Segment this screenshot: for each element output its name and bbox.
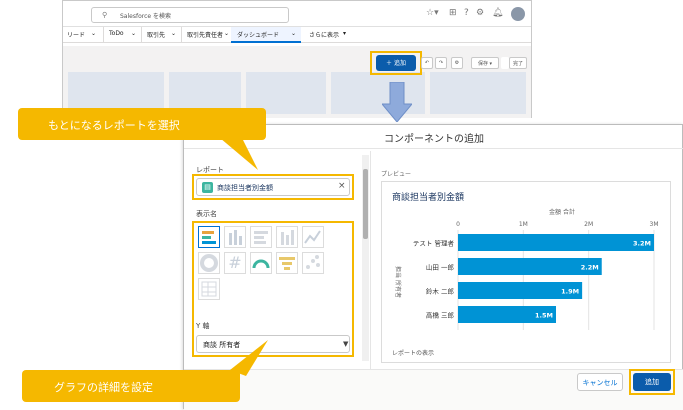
caret-down-icon: ▼ <box>343 340 349 348</box>
category-label: 山田 一郎 <box>426 263 455 272</box>
bar-value-label: 2.2M <box>581 264 599 272</box>
search-icon: ⚲ <box>102 11 108 19</box>
help-icon[interactable]: ? <box>464 8 469 18</box>
callout-select-report: もとになるレポートを選択 <box>18 108 266 140</box>
table-chart-icon[interactable] <box>198 278 220 300</box>
nav-item-more[interactable]: さらに表示 <box>309 30 339 39</box>
y-axis-select[interactable]: 商談 所有者 ▼ <box>196 335 350 353</box>
favorites-icon[interactable]: ☆▾ <box>426 8 439 18</box>
category-label: 鈴木 二郎 <box>426 287 455 296</box>
chevron-down-icon[interactable]: ⌄ <box>224 30 229 37</box>
dashboard-tile-placeholder <box>430 72 526 114</box>
category-label: テスト 管理者 <box>413 239 455 248</box>
preview-label: プレビュー <box>381 171 412 178</box>
category-label: 高橋 三郎 <box>426 311 455 320</box>
chevron-down-icon[interactable]: ⌄ <box>131 30 136 37</box>
preview-card: 商談担当者別金額 金額 合計 0 1M 2M 3M 担当 所有者 テスト 管理者 3.2M 山田… <box>381 181 671 363</box>
chart-title: 商談担当者別金額 <box>392 193 465 203</box>
avatar[interactable] <box>511 7 525 21</box>
dashboard-window: ⚲ Salesforce を検索 ☆▾ ⊞ ? ⚙ 🔔︎ リード ⌄ ToDo … <box>62 0 532 118</box>
vertical-bar-chart-icon[interactable] <box>224 226 246 248</box>
stacked-column-chart-icon[interactable] <box>276 226 298 248</box>
gear-icon[interactable]: ⚙ <box>476 8 484 18</box>
nav-item-leads[interactable]: リード <box>67 30 85 39</box>
scatter-chart-icon[interactable] <box>302 252 324 274</box>
callout-set-details: グラフの詳細を設定 <box>22 370 240 402</box>
arrow-down-icon <box>382 82 412 122</box>
search-placeholder: Salesforce を検索 <box>120 13 171 20</box>
preview-pane: プレビュー 商談担当者別金額 金額 合計 0 1M 2M 3M 担当 所有者 テスト 管理者… <box>370 151 683 369</box>
nav-bar: リード ⌄ ToDo ⌄ 取引先 ⌄ 取引先責任者 ⌄ ダッシュボード ⌄ さら… <box>63 27 531 43</box>
done-button[interactable]: 完了 <box>509 57 527 69</box>
undo-icon[interactable]: ↶ <box>421 57 433 69</box>
y-axis-label: Y 軸 <box>196 322 210 330</box>
bar <box>458 234 654 251</box>
callout-text: グラフの詳細を設定 <box>54 381 153 394</box>
metric-chart-icon[interactable]: # <box>224 252 246 274</box>
bar-value-label: 3.2M <box>633 240 651 248</box>
report-lookup-input[interactable]: ▤ 商談担当者別金額 × <box>196 178 350 196</box>
add-icon[interactable]: ⊞ <box>449 8 457 18</box>
chevron-down-icon[interactable]: ⌄ <box>171 30 176 37</box>
bar-value-label: 1.5M <box>535 312 553 320</box>
settings-icon[interactable]: ⚙ <box>451 57 463 69</box>
nav-item-dashboards[interactable]: ダッシュボード <box>237 30 279 39</box>
stacked-bar-chart-icon[interactable] <box>250 226 272 248</box>
donut-chart-icon[interactable] <box>198 252 220 274</box>
x-tick-label: 0 <box>456 221 460 228</box>
funnel-chart-icon[interactable] <box>276 252 298 274</box>
x-tick-label: 3M <box>650 221 659 228</box>
global-header: ⚲ Salesforce を検索 ☆▾ ⊞ ? ⚙ 🔔︎ <box>63 1 531 27</box>
bar-chart: 金額 合計 0 1M 2M 3M 担当 所有者 テスト 管理者 3.2M 山田 一郎 2.2M 鈴木… <box>394 208 659 330</box>
gauge-chart-icon[interactable] <box>250 252 272 274</box>
add-button[interactable]: 追加 <box>633 373 671 391</box>
close-icon[interactable]: × <box>338 181 346 191</box>
x-tick-label: 1M <box>519 221 528 228</box>
scrollbar-thumb[interactable] <box>363 169 368 239</box>
report-icon: ▤ <box>202 182 213 193</box>
nav-item-todo[interactable]: ToDo <box>109 30 124 37</box>
bar-value-label: 1.9M <box>561 288 579 296</box>
bell-icon[interactable]: 🔔︎ <box>492 8 503 18</box>
config-pane: レポート ▤ 商談担当者別金額 × 表示名 # Y 軸 商談 所有者 ▼ <box>184 151 370 369</box>
nav-item-contacts[interactable]: 取引先責任者 <box>187 30 223 39</box>
add-component-button[interactable]: ＋ 追加 <box>376 55 416 71</box>
search-input[interactable]: ⚲ Salesforce を検索 <box>91 7 289 23</box>
x-axis-title: 金額 合計 <box>549 208 575 216</box>
save-button-label: 保存 <box>477 61 488 67</box>
chevron-down-icon[interactable]: ⌄ <box>91 30 96 37</box>
callout-pointer <box>220 138 258 170</box>
horizontal-bar-chart-icon[interactable] <box>198 226 220 248</box>
chevron-down-icon[interactable]: ⌄ <box>291 30 296 37</box>
x-tick-label: 2M <box>584 221 593 228</box>
save-button[interactable]: 保存 ▾ <box>471 57 499 69</box>
callout-text: もとになるレポートを選択 <box>48 119 180 132</box>
view-report-link[interactable]: レポートの表示 <box>392 348 434 357</box>
callout-pointer <box>230 340 268 376</box>
redo-icon[interactable]: ↷ <box>435 57 447 69</box>
report-value: 商談担当者別金額 <box>217 184 273 192</box>
y-axis-title: 担当 所有者 <box>394 266 402 298</box>
cancel-button[interactable]: キャンセル <box>577 373 623 391</box>
line-chart-icon[interactable] <box>302 226 324 248</box>
caret-down-icon[interactable]: ▾ <box>343 30 346 37</box>
nav-item-accounts[interactable]: 取引先 <box>147 30 165 39</box>
display-label: 表示名 <box>196 210 217 218</box>
chevron-down-icon[interactable] <box>501 57 509 69</box>
